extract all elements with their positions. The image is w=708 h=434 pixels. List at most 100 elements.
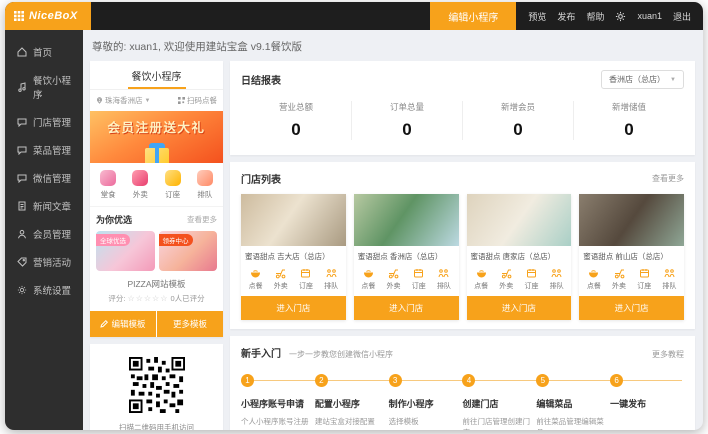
qr-caption: 扫描二维码用手机访问: [119, 422, 194, 430]
sidebar-item-stores[interactable]: 门店管理: [5, 108, 83, 136]
sidebar-item-label: 系统设置: [33, 283, 71, 297]
bowl-icon: [250, 268, 261, 279]
logout-link[interactable]: 退出: [673, 10, 691, 23]
store-action-order[interactable]: 点餐: [361, 268, 375, 291]
step-link[interactable]: 前往菜品管理编辑菜品: [536, 416, 610, 430]
store-action-order[interactable]: 点餐: [249, 268, 263, 291]
store-action-takeout[interactable]: 外卖: [612, 268, 626, 291]
guide-title: 新手入门: [241, 345, 281, 360]
step-number-badge: 6: [610, 374, 623, 387]
gear-icon[interactable]: [615, 11, 626, 22]
tag-icon: [17, 257, 27, 267]
gear-icon: [17, 285, 27, 295]
promo-banner[interactable]: 会员注册送大礼: [90, 111, 223, 163]
edit-miniprogram-button[interactable]: 编辑小程序: [430, 2, 516, 30]
store-action-reserve[interactable]: 订座: [637, 268, 651, 291]
store-location-dropdown[interactable]: 珠海香洲店 ▼: [96, 95, 150, 106]
recommend-more-link[interactable]: 查看更多: [187, 214, 217, 225]
store-action-queue[interactable]: 排队: [662, 268, 676, 291]
quick-action-dine-in[interactable]: 堂食: [100, 170, 116, 200]
sidebar-item-home[interactable]: 首页: [5, 38, 83, 66]
reserve-seat-icon: [300, 268, 311, 279]
store-action-label: 点餐: [361, 281, 375, 291]
store-card: 蜜语甜点 唐家店（总店） 点餐 外卖: [467, 194, 572, 320]
step-number-badge: 4: [462, 374, 475, 387]
qr-code: [129, 357, 185, 413]
rating-label: 评分:: [108, 294, 125, 303]
metric-revenue: 营业总额 0: [241, 101, 352, 140]
report-title: 日结报表: [241, 72, 281, 87]
sidebar-item-dishes[interactable]: 菜品管理: [5, 136, 83, 164]
quick-action-takeout[interactable]: 外卖: [132, 170, 148, 200]
menu-preview[interactable]: 预览: [528, 10, 546, 23]
edit-template-label: 编辑模板: [111, 318, 145, 330]
quick-action-label: 订座: [165, 189, 180, 200]
step-link[interactable]: 建站宝盒对接配置: [315, 416, 389, 427]
store-photo: [354, 194, 459, 246]
store-list-more-link[interactable]: 查看更多: [652, 173, 684, 184]
menu-publish[interactable]: 发布: [557, 10, 575, 23]
menu-help[interactable]: 帮助: [586, 10, 604, 23]
enter-store-button[interactable]: 进入门店: [241, 296, 346, 320]
edit-template-button[interactable]: 编辑模板: [90, 311, 156, 337]
store-list-card: 门店列表 查看更多 蜜语甜点 吉大店（总店）: [230, 162, 695, 329]
store-action-queue[interactable]: 排队: [324, 268, 338, 291]
step-link[interactable]: 个人小程序账号注册: [241, 416, 315, 427]
scooter-icon: [388, 268, 399, 279]
step-link[interactable]: 前往门店管理创建门店: [462, 416, 536, 430]
report-store-select[interactable]: 香洲店（总店） ▼: [601, 70, 684, 89]
app-window: NiceBoX 编辑小程序 预览 发布 帮助 xuan1 退出 首页 餐饮小程序: [5, 2, 703, 430]
enter-store-button[interactable]: 进入门店: [579, 296, 684, 320]
store-action-queue[interactable]: 排队: [437, 268, 451, 291]
store-action-order[interactable]: 点餐: [474, 268, 488, 291]
store-action-takeout[interactable]: 外卖: [499, 268, 513, 291]
store-card: 蜜语甜点 前山店（总店） 点餐 外卖: [579, 194, 684, 320]
miniprogram-preview-card: 餐饮小程序 珠海香洲店 ▼ 扫码点餐: [90, 61, 223, 337]
dine-in-icon: [100, 170, 116, 186]
tab-restaurant-miniprogram[interactable]: 餐饮小程序: [90, 61, 223, 90]
bowl-icon: [476, 268, 487, 279]
step-link[interactable]: 选择模板: [389, 416, 463, 427]
sidebar-item-marketing[interactable]: 营销活动: [5, 248, 83, 276]
more-templates-button[interactable]: 更多模板: [157, 311, 223, 337]
guide-more-link[interactable]: 更多教程: [652, 349, 684, 360]
store-action-label: 外卖: [387, 281, 401, 291]
recommend-image-2[interactable]: 领券中心: [159, 231, 218, 271]
guide-step-6: 6 一键发布: [610, 374, 684, 430]
preview-column: 餐饮小程序 珠海香洲店 ▼ 扫码点餐: [90, 61, 223, 422]
store-photo: [579, 194, 684, 246]
daily-report-card: 日结报表 香洲店（总店） ▼ 营业总额 0: [230, 61, 695, 155]
store-action-reserve[interactable]: 订座: [524, 268, 538, 291]
sidebar-item-miniprogram[interactable]: 餐饮小程序: [5, 66, 83, 108]
store-action-reserve[interactable]: 订座: [412, 268, 426, 291]
store-action-queue[interactable]: 排队: [550, 268, 564, 291]
sidebar-item-settings[interactable]: 系统设置: [5, 276, 83, 304]
scan-order-link[interactable]: 扫码点餐: [178, 95, 217, 106]
enter-store-button[interactable]: 进入门店: [467, 296, 572, 320]
store-action-takeout[interactable]: 外卖: [274, 268, 288, 291]
store-action-label: 外卖: [612, 281, 626, 291]
store-action-order[interactable]: 点餐: [587, 268, 601, 291]
sidebar-item-members[interactable]: 会员管理: [5, 220, 83, 248]
metric-label: 营业总额: [241, 101, 351, 113]
guide-step-3: 3 制作小程序 选择模板 设计制作: [389, 374, 463, 430]
metric-new-deposits: 新增储值 0: [574, 101, 684, 140]
recommend-image-1[interactable]: 全球优选: [96, 231, 155, 271]
metric-value: 0: [574, 120, 684, 140]
quick-action-label: 排队: [197, 189, 212, 200]
quick-action-label: 堂食: [101, 189, 116, 200]
store-action-label: 外卖: [499, 281, 513, 291]
home-icon: [17, 47, 27, 57]
enter-store-button[interactable]: 进入门店: [354, 296, 459, 320]
sidebar-item-news[interactable]: 新闻文章: [5, 192, 83, 220]
star-rating-icons: ☆☆☆☆☆: [128, 294, 169, 303]
quick-action-reserve[interactable]: 订座: [165, 170, 181, 200]
store-action-label: 排队: [324, 281, 338, 291]
sidebar-item-wechat[interactable]: 微信管理: [5, 164, 83, 192]
store-action-reserve[interactable]: 订座: [299, 268, 313, 291]
store-action-takeout[interactable]: 外卖: [387, 268, 401, 291]
quick-action-queue[interactable]: 排队: [197, 170, 213, 200]
bowl-icon: [588, 268, 599, 279]
username[interactable]: xuan1: [637, 11, 662, 21]
location-pin-icon: [96, 97, 103, 104]
